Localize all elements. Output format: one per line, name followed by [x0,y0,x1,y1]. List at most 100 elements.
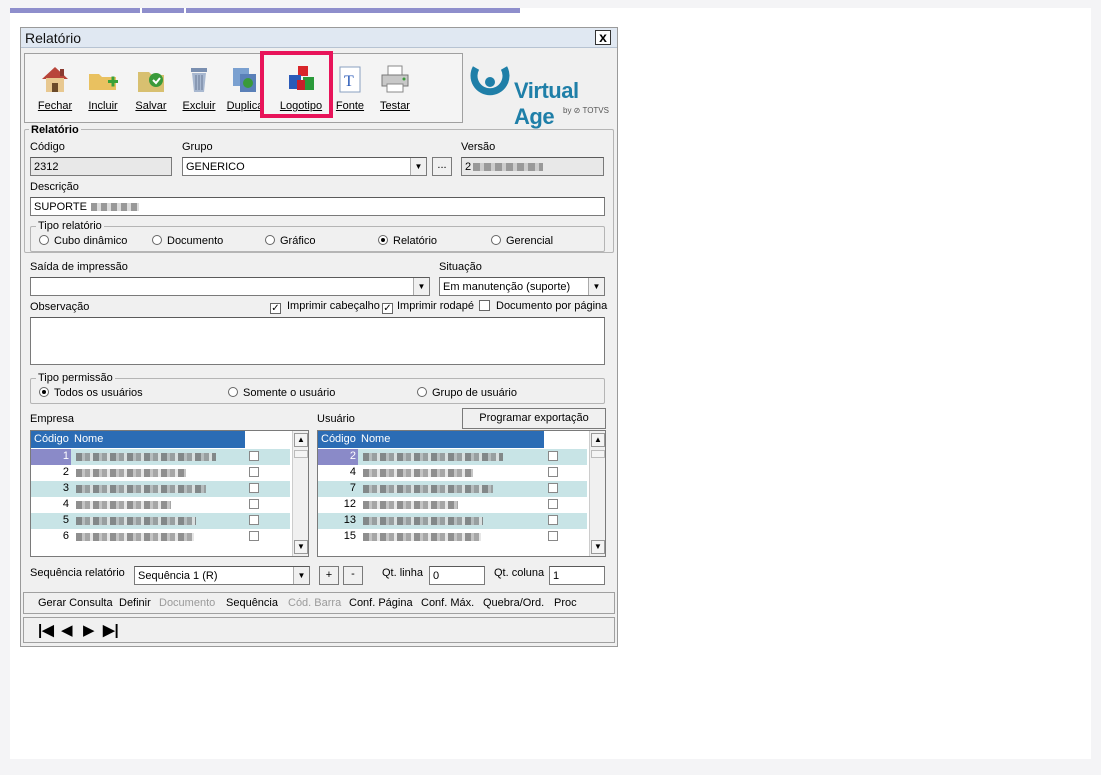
observacao-textarea[interactable] [30,317,605,365]
last-record-icon[interactable]: ▶| [103,621,119,639]
row-checkbox[interactable] [249,467,259,477]
grupo-select[interactable]: GENERICO ▼ [182,157,427,176]
radio-somente-usuario[interactable]: Somente o usuário [228,387,335,399]
menu-gerar-consulta[interactable]: Gerar Consulta [38,597,113,609]
menu-cod-barra: Cód. Barra [288,597,342,609]
add-sequence-button[interactable]: + [319,566,339,585]
grupo-more-button[interactable]: ... [432,157,452,176]
close-button[interactable]: x [595,30,611,45]
excluir-button[interactable]: Excluir [177,62,221,112]
usuario-scrollbar[interactable]: ▲ ▼ [589,431,605,556]
action-menu-bar: Gerar Consulta Definir Documento Sequênc… [23,592,615,614]
top-strip [186,8,520,13]
radio-grupo-usuario[interactable]: Grupo de usuário [417,387,517,399]
menu-conf-pagina[interactable]: Conf. Página [349,597,413,609]
table-row[interactable]: 6 [31,529,290,545]
next-record-icon[interactable]: ▶ [83,621,95,639]
record-navigator: |◀ ◀ ▶ ▶| [23,617,615,643]
usuario-grid-header: Código Nome . [318,431,549,448]
radio-todos-usuarios[interactable]: Todos os usuários [39,387,143,399]
table-row[interactable]: 12 [318,497,587,513]
sequencia-label: Sequência relatório [30,567,125,579]
remove-sequence-button[interactable]: - [343,566,363,585]
row-nome-redacted [363,533,481,541]
toolbar: Fechar Incluir Salvar Excluir Duplica Lo… [24,53,463,123]
fechar-button[interactable]: Fechar [33,62,77,112]
situacao-select[interactable]: Em manutenção (suporte) ▼ [439,277,605,296]
first-record-icon[interactable]: |◀ [38,621,54,639]
radio-cubo-dinamico[interactable]: Cubo dinâmico [39,235,127,247]
row-checkbox[interactable] [548,483,558,493]
row-checkbox[interactable] [548,531,558,541]
row-codigo: 15 [343,530,356,542]
menu-sequencia[interactable]: Sequência [226,597,278,609]
menu-definir[interactable]: Definir [119,597,151,609]
row-checkbox[interactable] [249,483,259,493]
versao-field[interactable]: 2 [461,157,604,176]
usuario-grid[interactable]: Código Nome . ▲ ▼ 2 4 7 12 13 15 [317,430,606,557]
row-codigo: 5 [62,514,69,526]
row-checkbox[interactable] [548,499,558,509]
descricao-field[interactable]: SUPORTE [30,197,605,216]
table-row[interactable]: 1 [31,449,290,465]
table-row[interactable]: 3 [31,481,290,497]
imprimir-cabecalho-checkbox[interactable]: ✓ Imprimir cabeçalho [270,300,380,314]
menu-quebra-ord[interactable]: Quebra/Ord. [483,597,544,609]
incluir-button[interactable]: Incluir [81,62,125,112]
table-row[interactable]: 2 [31,465,290,481]
table-row[interactable]: 4 [31,497,290,513]
grupo-label: Grupo [182,141,213,153]
row-codigo: 3 [62,482,69,494]
radio-gerencial[interactable]: Gerencial [491,235,553,247]
row-checkbox[interactable] [249,515,259,525]
table-row[interactable]: 13 [318,513,587,529]
folder-add-icon [86,62,120,96]
row-nome-redacted [76,453,216,461]
table-row[interactable]: 15 [318,529,587,545]
sequencia-select[interactable]: Sequência 1 (R) ▼ [134,566,310,585]
fonte-button[interactable]: T Fonte [331,62,369,112]
chevron-down-icon: ▼ [410,158,426,175]
empresa-grid[interactable]: Código Nome . ▲ ▼ 1 2 3 4 5 6 [30,430,309,557]
scroll-up-icon: ▲ [294,433,308,447]
table-row[interactable]: 7 [318,481,587,497]
row-codigo: 2 [349,450,356,462]
salvar-button[interactable]: Salvar [129,62,173,112]
row-checkbox[interactable] [249,451,259,461]
top-strip [10,8,140,13]
qt-linha-field[interactable]: 0 [429,566,485,585]
row-checkbox[interactable] [548,451,558,461]
row-codigo: 4 [349,466,356,478]
programar-exportacao-button[interactable]: Programar exportação [462,408,606,429]
empresa-scrollbar[interactable]: ▲ ▼ [292,431,308,556]
testar-button[interactable]: Testar [373,62,417,112]
codigo-field[interactable]: 2312 [30,157,172,176]
radio-relatorio[interactable]: Relatório [378,235,437,247]
row-nome-redacted [363,485,493,493]
row-codigo: 4 [62,498,69,510]
logotipo-highlight-box [260,51,333,118]
radio-documento[interactable]: Documento [152,235,223,247]
saida-impressao-select[interactable]: ▼ [30,277,430,296]
row-checkbox[interactable] [249,499,259,509]
row-checkbox[interactable] [548,515,558,525]
documento-por-pagina-checkbox[interactable]: Documento por página [479,300,607,312]
menu-proc[interactable]: Proc [554,597,577,609]
table-row[interactable]: 2 [318,449,587,465]
row-checkbox[interactable] [548,467,558,477]
row-nome-redacted [76,469,186,477]
row-checkbox[interactable] [249,531,259,541]
imprimir-rodape-checkbox[interactable]: ✓ Imprimir rodapé [382,300,474,314]
descricao-label: Descrição [30,181,79,193]
radio-grafico[interactable]: Gráfico [265,235,315,247]
menu-documento: Documento [159,597,216,609]
row-nome-redacted [363,469,473,477]
qt-coluna-field[interactable]: 1 [549,566,605,585]
table-row[interactable]: 4 [318,465,587,481]
row-codigo: 6 [62,530,69,542]
window-title: Relatório [25,30,82,46]
prev-record-icon[interactable]: ◀ [61,621,73,639]
situacao-label: Situação [439,261,482,273]
menu-conf-max[interactable]: Conf. Máx. [421,597,474,609]
table-row[interactable]: 5 [31,513,290,529]
